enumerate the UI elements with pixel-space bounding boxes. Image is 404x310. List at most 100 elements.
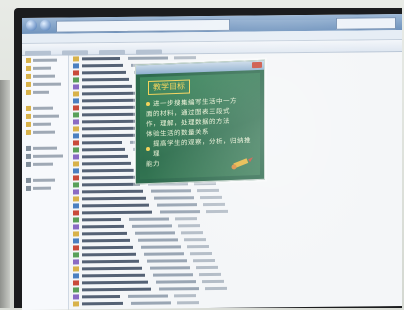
file-icon [73, 210, 79, 216]
file-date [128, 56, 168, 60]
nav-pane-label [33, 114, 59, 118]
file-icon [73, 161, 79, 167]
forward-button[interactable] [40, 19, 51, 31]
file-name [82, 161, 131, 166]
file-icon [73, 224, 79, 230]
file-date [144, 252, 184, 256]
file-icon [73, 294, 79, 300]
folder-icon [26, 89, 31, 95]
file-date [141, 245, 181, 249]
file-icon [73, 84, 79, 90]
folder-icon [26, 81, 31, 87]
file-name [82, 91, 135, 96]
file-date [147, 259, 187, 263]
file-icon [73, 231, 79, 237]
file-date [154, 196, 194, 200]
file-type [202, 279, 224, 284]
file-type [184, 238, 206, 242]
file-name [82, 301, 123, 306]
file-icon [73, 196, 79, 202]
nav-pane-label [33, 146, 57, 150]
slide-line: 提高学生的观察，分析，归纳推理 [146, 135, 254, 159]
nav-pane-label [33, 162, 53, 166]
file-date [150, 266, 190, 270]
file-name [82, 224, 124, 229]
file-icon [73, 56, 79, 62]
nav-pane-label [33, 106, 53, 110]
file-icon [73, 63, 79, 69]
file-icon [73, 77, 79, 83]
slideshow-window: 教学目标 进一步搜集编写生活中一方 面的材料，通过图表三段式 作，理解，处理数据… [135, 59, 265, 185]
file-name [82, 189, 143, 194]
file-date [160, 210, 200, 214]
file-icon [73, 154, 79, 160]
file-icon [73, 252, 79, 258]
file-name [82, 287, 151, 292]
file-name [82, 154, 128, 159]
folder-icon [26, 121, 31, 127]
file-type [196, 265, 218, 270]
file-name [82, 63, 123, 68]
slide-heading: 教学目标 [148, 79, 190, 96]
file-icon [73, 91, 79, 97]
file-icon [73, 182, 79, 188]
file-type [194, 181, 216, 186]
monitor-screen: 教学目标 进一步搜集编写生活中一方 面的材料，通过图表三段式 作，理解，处理数据… [22, 14, 402, 310]
file-name [82, 252, 136, 257]
file-icon [73, 266, 79, 272]
file-icon [73, 287, 79, 293]
file-date [138, 238, 178, 242]
file-date [129, 217, 169, 221]
drive-icon [26, 153, 31, 159]
file-icon [73, 98, 79, 104]
search-input[interactable] [336, 17, 396, 30]
file-icon [73, 70, 79, 76]
folder-icon [26, 65, 31, 71]
file-name [82, 217, 121, 222]
file-name [82, 140, 122, 145]
nav-pane-label [33, 154, 63, 158]
file-name [82, 98, 138, 103]
file-icon [73, 259, 79, 265]
file-name [82, 147, 125, 152]
slide: 教学目标 进一步搜集编写生活中一方 面的材料，通过图表三段式 作，理解，处理数据… [140, 72, 260, 180]
navigation-pane [22, 55, 69, 310]
address-bar[interactable] [56, 18, 230, 33]
file-type [175, 217, 197, 221]
file-date [135, 231, 175, 235]
folder-icon [26, 105, 31, 111]
drive-icon [26, 177, 31, 183]
file-date [159, 287, 199, 291]
nav-pane-label [33, 66, 51, 70]
file-name [82, 168, 134, 173]
bullet-icon [146, 146, 150, 152]
drive-icon [26, 161, 31, 167]
file-name [82, 294, 120, 299]
file-name [82, 231, 127, 236]
folder-icon [26, 57, 31, 63]
file-type [206, 209, 228, 214]
slideshow-titlebar [136, 60, 264, 75]
folder-icon [26, 129, 31, 135]
nav-pane-label [33, 130, 55, 134]
back-button[interactable] [26, 19, 37, 31]
file-icon [73, 203, 79, 209]
file-icon [73, 273, 79, 279]
file-type [187, 245, 209, 249]
close-button[interactable] [252, 61, 262, 69]
file-type [200, 195, 222, 200]
drive-icon [26, 185, 31, 191]
nav-pane-item[interactable] [26, 184, 68, 192]
file-icon [73, 301, 79, 307]
file-type [203, 202, 225, 207]
folder-icon [26, 73, 31, 79]
nav-pane-label [33, 122, 51, 126]
file-date [156, 280, 196, 284]
file-type [174, 294, 196, 298]
drive-icon [26, 145, 31, 151]
file-name [82, 77, 129, 82]
slide-line-text: 提高学生的观察，分析，归纳推理 [153, 136, 251, 158]
file-icon [73, 168, 79, 174]
folder-icon [26, 113, 31, 119]
file-icon [73, 105, 79, 111]
